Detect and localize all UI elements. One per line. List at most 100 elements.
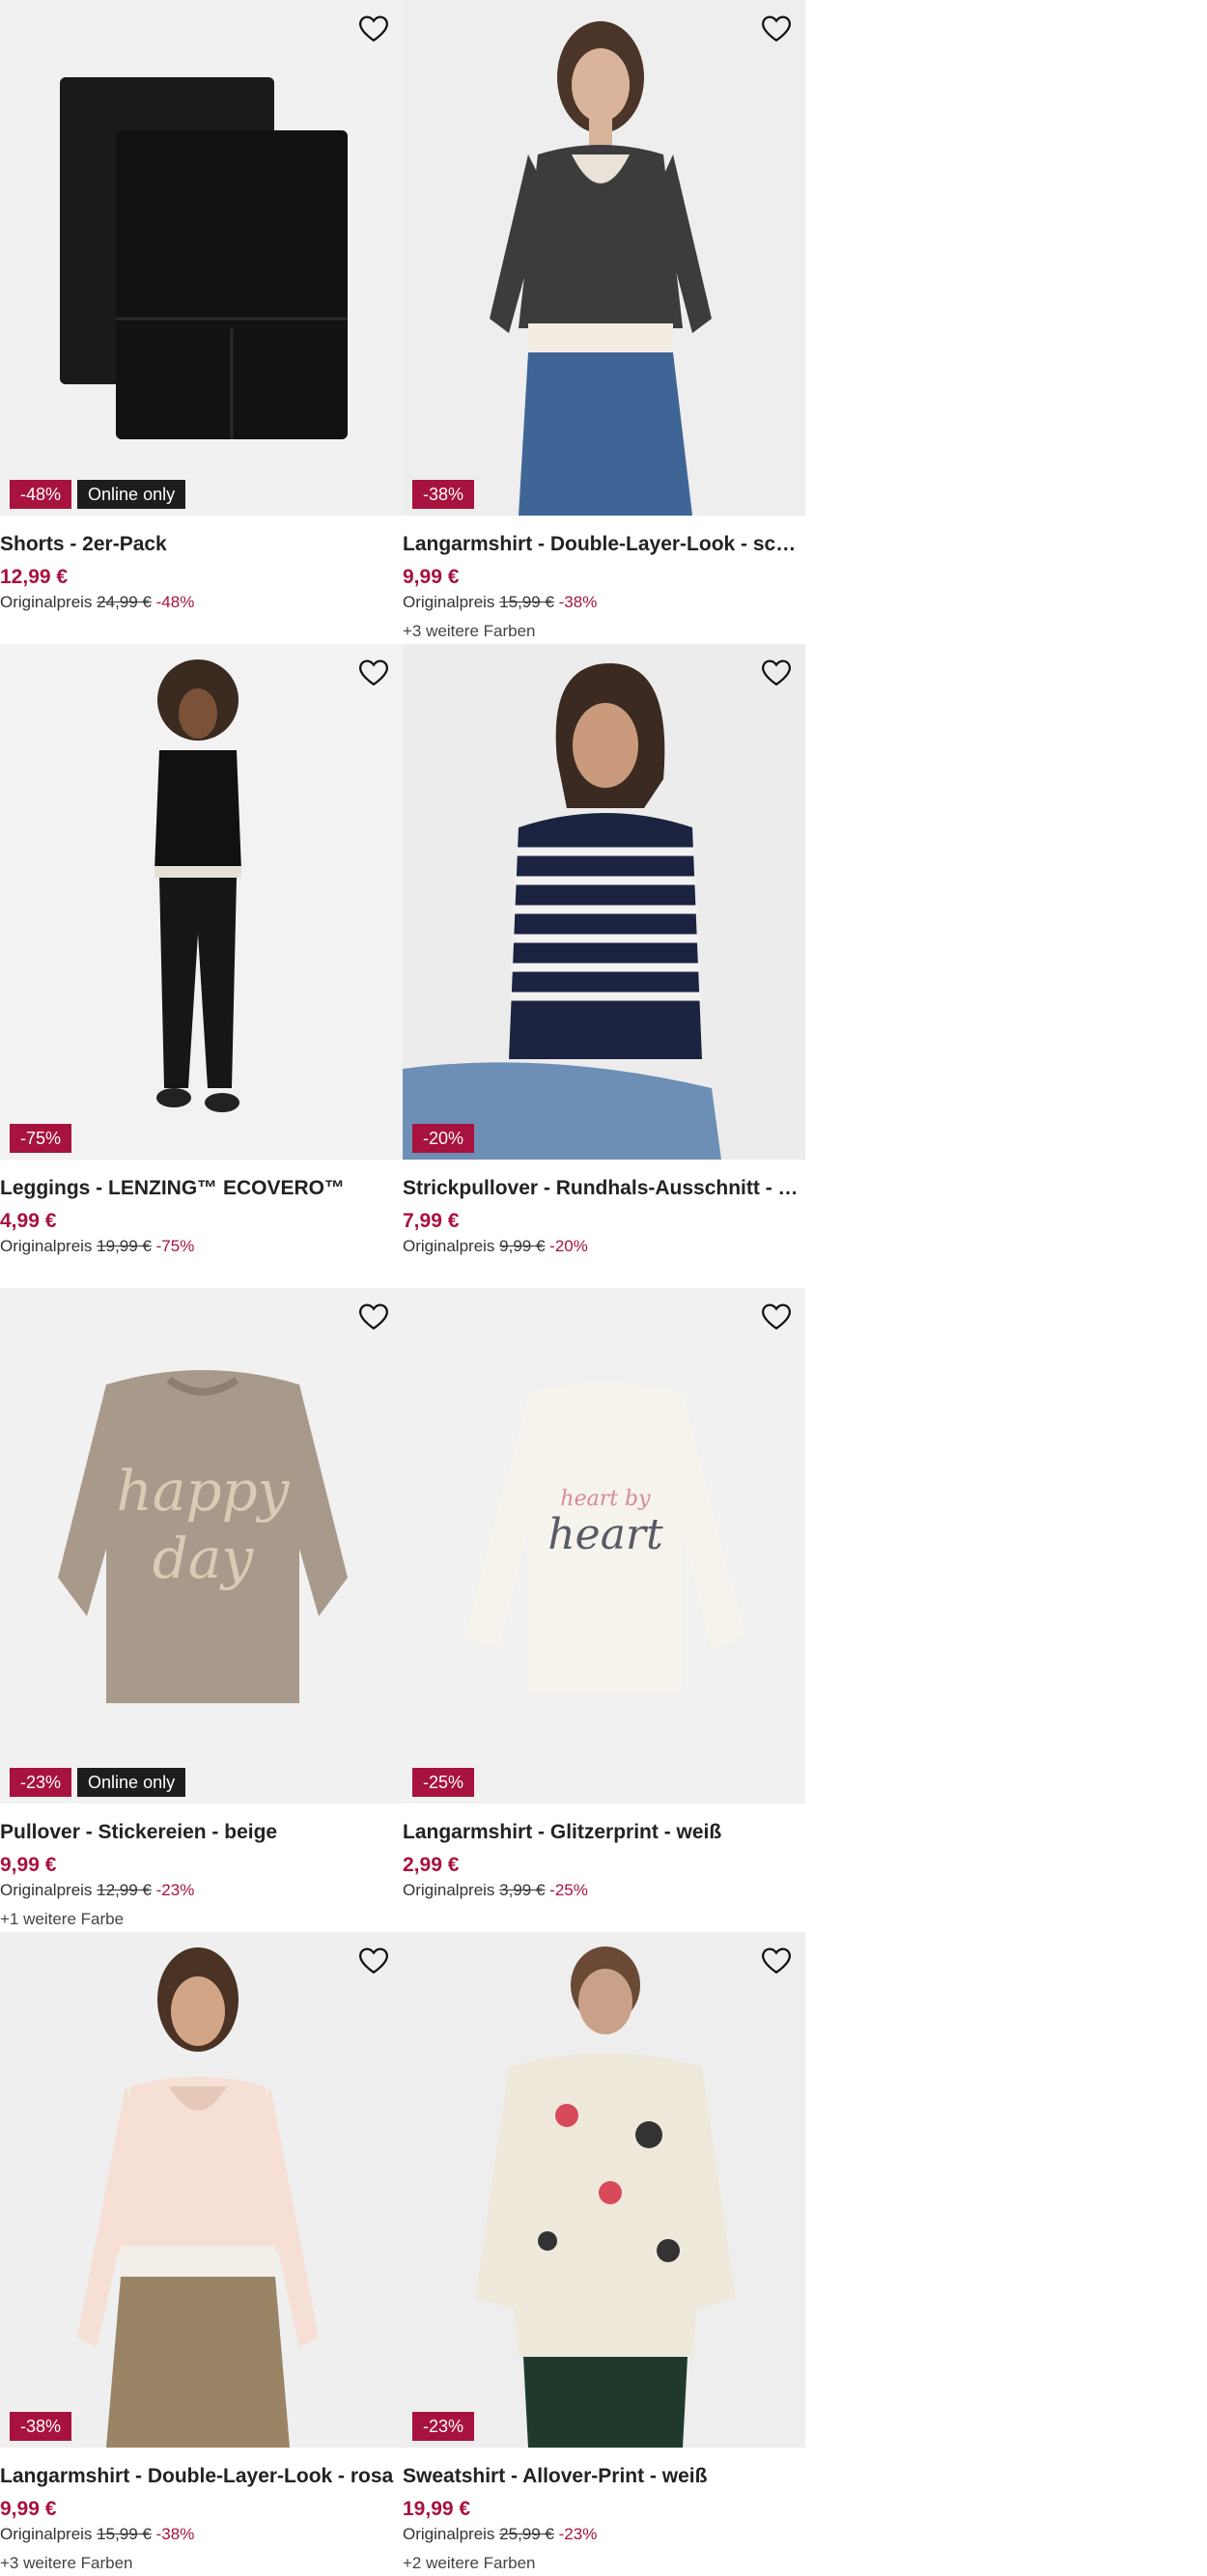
original-price-line: Originalpreis 12,99 € -23%: [0, 1880, 403, 1901]
online-only-badge: Online only: [77, 480, 186, 509]
product-photo-striped-sweater: [403, 663, 721, 1160]
original-price-line: Originalpreis 25,99 € -23%: [403, 2524, 805, 2545]
original-price: 12,99 €: [97, 1881, 152, 1899]
discount-text: -48%: [155, 593, 195, 611]
product-image[interactable]: -20%: [403, 644, 805, 1160]
original-price-line: Originalpreis 19,99 € -75%: [0, 1236, 403, 1257]
original-label: Originalpreis: [0, 2525, 93, 2543]
badge-group: -20%: [412, 1124, 475, 1153]
original-price: 25,99 €: [499, 2525, 554, 2543]
product-photo-sweatshirt: [475, 1946, 736, 2448]
product-name[interactable]: Langarmshirt - Double-Layer-Look - schwa…: [403, 531, 805, 558]
discount-text: -23%: [155, 1881, 195, 1899]
badge-group: -25%: [412, 1768, 475, 1797]
original-price-line: Originalpreis 15,99 € -38%: [0, 2524, 403, 2545]
product-price: 19,99 €: [403, 2498, 471, 2520]
discount-text: -20%: [549, 1237, 588, 1255]
badge-group: -23%: [412, 2412, 475, 2441]
product-price: 7,99 €: [403, 1210, 460, 1232]
original-price: 19,99 €: [97, 1237, 152, 1255]
product-name[interactable]: Strickpullover - Rundhals-Ausschnitt - d…: [403, 1175, 805, 1202]
badge-group: -23% Online only: [10, 1768, 186, 1797]
more-colors-link[interactable]: +3 weitere Farben: [403, 621, 805, 642]
product-image[interactable]: heart by heart -25%: [403, 1288, 805, 1804]
badge-group: -75%: [10, 1124, 72, 1153]
heart-icon[interactable]: [759, 1300, 794, 1332]
original-price-line: Originalpreis 9,99 € -20%: [403, 1236, 805, 1257]
more-colors-link[interactable]: +3 weitere Farben: [0, 2553, 403, 2574]
original-label: Originalpreis: [403, 593, 495, 611]
svg-text:day: day: [153, 1526, 255, 1591]
more-colors-link[interactable]: +1 weitere Farbe: [0, 1909, 403, 1930]
product-image[interactable]: -23%: [403, 1932, 805, 2448]
heart-icon[interactable]: [759, 12, 794, 44]
heart-icon[interactable]: [356, 1944, 391, 1976]
badge-group: -38%: [10, 2412, 72, 2441]
original-label: Originalpreis: [403, 1881, 495, 1899]
product-info: Strickpullover - Rundhals-Ausschnitt - d…: [403, 1175, 805, 1257]
discount-badge: -23%: [10, 1768, 72, 1797]
product-info: Langarmshirt - Glitzerprint - weiß 2,99 …: [403, 1819, 805, 1901]
original-label: Originalpreis: [403, 2525, 495, 2543]
product-name[interactable]: Langarmshirt - Double-Layer-Look - rosa: [0, 2463, 403, 2490]
product-info: Pullover - Stickereien - beige 9,99 € Or…: [0, 1819, 403, 1930]
product-price: 12,99 €: [0, 566, 69, 588]
original-price-line: Originalpreis 3,99 € -25%: [403, 1880, 805, 1901]
heart-icon[interactable]: [759, 1944, 794, 1976]
product-name[interactable]: Langarmshirt - Glitzerprint - weiß: [403, 1819, 805, 1846]
original-label: Originalpreis: [0, 1881, 93, 1899]
discount-text: -25%: [549, 1881, 588, 1899]
original-price-line: Originalpreis 24,99 € -48%: [0, 592, 403, 613]
discount-badge: -38%: [412, 480, 475, 509]
heart-icon[interactable]: [356, 12, 391, 44]
original-price: 24,99 €: [97, 593, 152, 611]
product-price: 9,99 €: [0, 2498, 57, 2520]
discount-badge: -48%: [10, 480, 72, 509]
product-price: 9,99 €: [403, 566, 460, 588]
product-photo-shirt-black: [490, 21, 712, 516]
product-image[interactable]: -38%: [403, 0, 805, 516]
online-only-badge: Online only: [77, 1768, 186, 1797]
product-price: 2,99 €: [403, 1854, 460, 1876]
product-photo-shirt-pink: [77, 1947, 319, 2448]
discount-text: -38%: [155, 2525, 195, 2543]
discount-badge: -23%: [412, 2412, 475, 2441]
original-label: Originalpreis: [0, 593, 93, 611]
product-price: 9,99 €: [0, 1854, 57, 1876]
original-label: Originalpreis: [403, 1237, 495, 1255]
original-price: 15,99 €: [97, 2525, 152, 2543]
discount-text: -75%: [155, 1237, 195, 1255]
badge-group: -38%: [412, 480, 475, 509]
discount-text: -23%: [558, 2525, 598, 2543]
product-image[interactable]: happy day -23% Online only: [0, 1288, 403, 1804]
badge-group: -48% Online only: [10, 480, 186, 509]
heart-icon[interactable]: [356, 1300, 391, 1332]
product-name[interactable]: Shorts - 2er-Pack: [0, 531, 403, 558]
product-info: Langarmshirt - Double-Layer-Look - rosa …: [0, 2463, 403, 2574]
discount-badge: -75%: [10, 1124, 72, 1153]
original-label: Originalpreis: [0, 1237, 93, 1255]
product-image[interactable]: -38%: [0, 1932, 403, 2448]
product-image[interactable]: -75%: [0, 644, 403, 1160]
product-info: Shorts - 2er-Pack 12,99 € Originalpreis …: [0, 531, 403, 613]
discount-badge: -38%: [10, 2412, 72, 2441]
svg-text:heart: heart: [547, 1510, 663, 1559]
original-price-line: Originalpreis 15,99 € -38%: [403, 592, 805, 613]
svg-text:happy: happy: [117, 1458, 291, 1524]
svg-text:heart by: heart by: [560, 1487, 651, 1511]
more-colors-link[interactable]: +2 weitere Farben: [403, 2553, 805, 2574]
product-price: 4,99 €: [0, 1210, 57, 1232]
heart-icon[interactable]: [759, 656, 794, 688]
product-photo-knit-sweater: happy day: [58, 1370, 348, 1703]
product-name[interactable]: Pullover - Stickereien - beige: [0, 1819, 403, 1846]
product-image[interactable]: -48% Online only: [0, 0, 403, 516]
heart-icon[interactable]: [356, 656, 391, 688]
product-info: Sweatshirt - Allover-Print - weiß 19,99 …: [403, 2463, 805, 2574]
product-name[interactable]: Leggings - LENZING™ ECOVERO™: [0, 1175, 403, 1202]
product-name[interactable]: Sweatshirt - Allover-Print - weiß: [403, 2463, 805, 2490]
discount-text: -38%: [558, 593, 598, 611]
original-price: 9,99 €: [499, 1237, 546, 1255]
discount-badge: -25%: [412, 1768, 475, 1797]
original-price: 3,99 €: [499, 1881, 546, 1899]
product-photo-leggings: [154, 659, 241, 1112]
